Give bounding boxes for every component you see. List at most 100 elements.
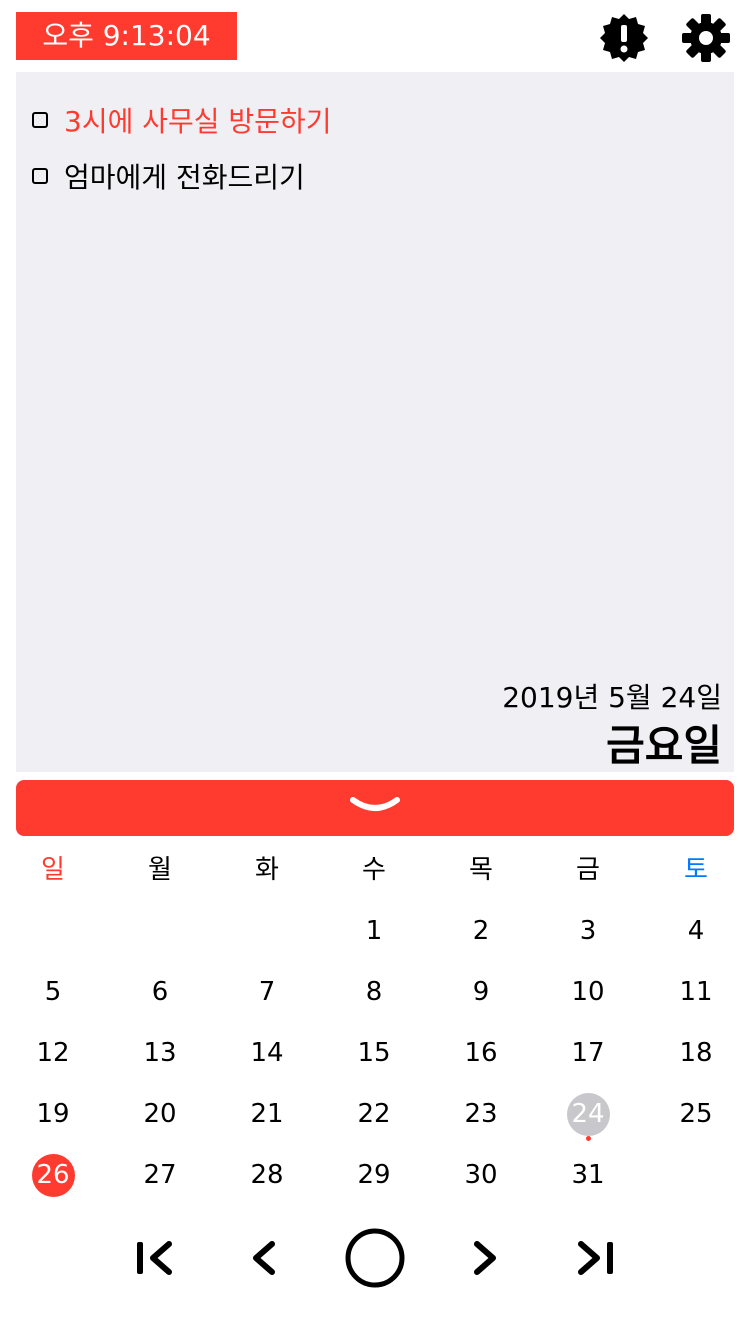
todo-item[interactable]: 3시에 사무실 방문하기 [32, 100, 331, 140]
home-circle-icon [345, 1228, 405, 1288]
day-number: 26 [36, 1160, 70, 1190]
day-number: 27 [143, 1160, 177, 1190]
calendar-day[interactable]: 24 [558, 1084, 618, 1145]
calendar-day[interactable]: 25 [666, 1084, 726, 1145]
calendar-day[interactable]: 22 [344, 1084, 404, 1145]
next-icon [474, 1241, 496, 1275]
calendar-day[interactable]: 9 [451, 962, 511, 1023]
weekday-label: 일 [41, 855, 65, 885]
first-page-icon [137, 1241, 172, 1275]
calendar-day[interactable]: 27 [130, 1145, 190, 1206]
day-number: 9 [472, 977, 490, 1007]
calendar-day[interactable]: 26 [23, 1145, 83, 1206]
todo-item[interactable]: 엄마에게 전화드리기 [32, 156, 305, 196]
weekday-label: 금 [576, 855, 600, 885]
empty-day-cell [23, 901, 83, 962]
day-number: 31 [571, 1160, 605, 1190]
calendar-day[interactable]: 14 [237, 1023, 297, 1084]
calendar-day[interactable]: 7 [237, 962, 297, 1023]
day-number: 21 [250, 1099, 284, 1129]
gear-icon[interactable] [680, 12, 732, 64]
next-button[interactable] [453, 1226, 517, 1290]
day-number: 2 [472, 916, 490, 946]
calendar-day[interactable]: 30 [451, 1145, 511, 1206]
day-number: 15 [357, 1038, 391, 1068]
calendar-day[interactable]: 12 [23, 1023, 83, 1084]
calendar-day[interactable]: 31 [558, 1145, 618, 1206]
day-number: 7 [258, 977, 276, 1007]
day-number: 16 [464, 1038, 498, 1068]
weekday-header: 일 월 화 수 목 금 토 [0, 840, 750, 901]
calendar-day[interactable]: 6 [130, 962, 190, 1023]
todo-checkbox[interactable] [32, 112, 48, 128]
week-row: 12 13 14 15 16 17 18 [0, 1023, 750, 1084]
week-row: 19 20 21 22 23 24 25 [0, 1084, 750, 1145]
calendar-day[interactable]: 10 [558, 962, 618, 1023]
day-number: 11 [679, 977, 713, 1007]
day-number: 5 [44, 977, 62, 1007]
calendar-day[interactable]: 13 [130, 1023, 190, 1084]
last-page-icon [578, 1241, 613, 1275]
day-number: 3 [579, 916, 597, 946]
alert-badge-icon[interactable] [598, 12, 650, 64]
calendar-day[interactable]: 11 [666, 962, 726, 1023]
weekday-label: 화 [255, 855, 279, 885]
first-page-button[interactable] [123, 1226, 187, 1290]
day-number: 14 [250, 1038, 284, 1068]
home-button[interactable] [343, 1226, 407, 1290]
day-number: 8 [365, 977, 383, 1007]
calendar-day[interactable]: 29 [344, 1145, 404, 1206]
previous-button[interactable] [232, 1226, 296, 1290]
event-dot [586, 1136, 591, 1141]
calendar-day[interactable]: 19 [23, 1084, 83, 1145]
day-number: 25 [679, 1099, 713, 1129]
calendar-day[interactable]: 8 [344, 962, 404, 1023]
calendar-day[interactable]: 20 [130, 1084, 190, 1145]
date-text: 2019년 5월 24일 [502, 681, 722, 714]
weekday-label: 수 [362, 855, 386, 885]
calendar-day[interactable]: 3 [558, 901, 618, 962]
clock-badge: 오후 9:13:04 [16, 12, 237, 60]
day-number: 6 [151, 977, 169, 1007]
week-row: 1 2 3 4 [0, 901, 750, 962]
calendar-day[interactable]: 21 [237, 1084, 297, 1145]
calendar-day[interactable]: 28 [237, 1145, 297, 1206]
day-number: 1 [365, 916, 383, 946]
day-number: 29 [357, 1160, 391, 1190]
todo-text: 엄마에게 전화드리기 [64, 161, 305, 194]
calendar-day[interactable]: 4 [666, 901, 726, 962]
empty-day-cell [237, 901, 297, 962]
day-number: 23 [464, 1099, 498, 1129]
day-number: 28 [250, 1160, 284, 1190]
day-number: 18 [679, 1038, 713, 1068]
day-number: 13 [143, 1038, 177, 1068]
previous-icon [253, 1241, 275, 1275]
calendar-day[interactable]: 15 [344, 1023, 404, 1084]
last-page-button[interactable] [563, 1226, 627, 1290]
calendar-day[interactable]: 1 [344, 901, 404, 962]
todo-checkbox[interactable] [32, 168, 48, 184]
empty-day-cell [666, 1145, 726, 1206]
calendar-day[interactable]: 17 [558, 1023, 618, 1084]
day-number: 24 [571, 1099, 605, 1129]
weekday-text: 금요일 [606, 721, 722, 770]
memo-panel[interactable]: 3시에 사무실 방문하기 엄마에게 전화드리기 2019년 5월 24일 금요일 [16, 72, 734, 772]
calendar-day[interactable]: 16 [451, 1023, 511, 1084]
weekday-label: 목 [469, 855, 493, 885]
day-number: 20 [143, 1099, 177, 1129]
calendar-day[interactable]: 2 [451, 901, 511, 962]
day-number: 4 [687, 916, 705, 946]
weekday-label: 토 [684, 855, 708, 885]
calendar-day[interactable]: 18 [666, 1023, 726, 1084]
empty-day-cell [130, 901, 190, 962]
calendar-day[interactable]: 23 [451, 1084, 511, 1145]
calendar-day[interactable]: 5 [23, 962, 83, 1023]
day-number: 22 [357, 1099, 391, 1129]
day-number: 30 [464, 1160, 498, 1190]
day-number: 12 [36, 1038, 70, 1068]
todo-text: 3시에 사무실 방문하기 [64, 105, 332, 138]
chevron-down-icon [350, 797, 400, 811]
day-number: 19 [36, 1099, 70, 1129]
collapse-calendar-button[interactable] [16, 780, 734, 836]
day-number: 17 [571, 1038, 605, 1068]
